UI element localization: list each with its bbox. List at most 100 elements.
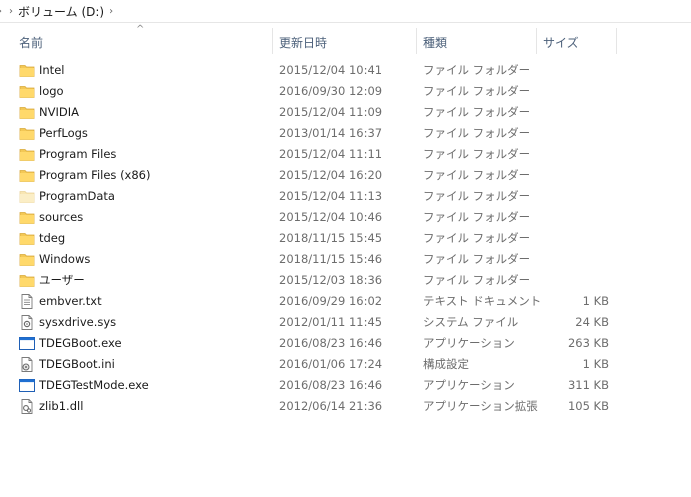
file-name: Program Files: [39, 147, 117, 161]
file-row[interactable]: TDEGBoot.exe 2016/08/23 16:46 アプリケーション 263 …: [0, 333, 691, 354]
file-date-modified: 2015/12/04 11:09: [279, 105, 383, 119]
folder-row[interactable]: Program Files (x86) 2015/12/04 16:20 ファイル …: [0, 165, 691, 186]
file-row[interactable]: sysxdrive.sys 2012/01/11 11:45 システム ファイル 24…: [0, 312, 691, 333]
file-row[interactable]: zlib1.dll 2012/06/14 21:36 アプリケーション拡張 105 K…: [0, 396, 691, 417]
breadcrumb: › › ボリューム (D:) ›: [0, 0, 691, 23]
file-type: アプリケーション拡張: [423, 399, 538, 413]
file-type: ファイル フォルダー: [423, 63, 531, 77]
breadcrumb-item-volume-d[interactable]: ボリューム (D:): [18, 3, 104, 20]
settings-file-icon: [19, 357, 35, 372]
file-row[interactable]: embver.txt 2016/09/29 16:02 テキスト ドキュメント 1 K…: [0, 291, 691, 312]
file-type: ファイル フォルダー: [423, 252, 531, 266]
file-size: 24 KB: [575, 315, 609, 329]
folder-icon: [19, 147, 35, 162]
file-name: TDEGBoot.exe: [39, 336, 122, 350]
file-date-modified: 2015/12/04 10:46: [279, 210, 383, 224]
folder-icon: [19, 126, 35, 141]
folder-icon: [19, 273, 35, 288]
file-type: 構成設定: [423, 357, 469, 371]
folder-icon: [19, 84, 35, 99]
file-date-modified: 2018/11/15 15:45: [279, 231, 383, 245]
column-header-size[interactable]: サイズ: [536, 28, 616, 58]
file-type: ファイル フォルダー: [423, 147, 531, 161]
file-name: logo: [39, 84, 64, 98]
file-row[interactable]: TDEGBoot.ini 2016/01/06 17:24 構成設定 1 KB: [0, 354, 691, 375]
folder-row[interactable]: logo 2016/09/30 12:09 ファイル フォルダー: [0, 81, 691, 102]
file-date-modified: 2012/06/14 21:36: [279, 399, 383, 413]
folder-row[interactable]: ProgramData 2015/12/04 11:13 ファイル フォルダー: [0, 186, 691, 207]
file-date-modified: 2016/08/23 16:46: [279, 336, 383, 350]
file-date-modified: 2016/09/29 16:02: [279, 294, 383, 308]
file-type: ファイル フォルダー: [423, 210, 531, 224]
folder-icon: [19, 63, 35, 78]
folder-row[interactable]: NVIDIA 2015/12/04 11:09 ファイル フォルダー: [0, 102, 691, 123]
file-type: ファイル フォルダー: [423, 126, 531, 140]
column-header-type[interactable]: 種類: [416, 28, 536, 58]
column-header-row: ^ 名前 更新日時 種類 サイズ: [0, 24, 691, 58]
file-type: システム ファイル: [423, 315, 519, 329]
file-date-modified: 2015/12/04 10:41: [279, 63, 383, 77]
file-date-modified: 2018/11/15 15:46: [279, 252, 383, 266]
file-name: sources: [39, 210, 84, 224]
chevron-right-icon[interactable]: ›: [4, 6, 18, 17]
file-list: Intel 2015/12/04 10:41 ファイル フォルダー logo 2016/…: [0, 60, 691, 417]
folder-row[interactable]: ユーザー 2015/12/03 18:36 ファイル フォルダー: [0, 270, 691, 291]
file-type: ファイル フォルダー: [423, 105, 531, 119]
file-name: sysxdrive.sys: [39, 315, 117, 329]
folder-row[interactable]: sources 2015/12/04 10:46 ファイル フォルダー: [0, 207, 691, 228]
file-type: ファイル フォルダー: [423, 189, 531, 203]
application-icon: [19, 378, 35, 393]
column-header-date[interactable]: 更新日時: [272, 28, 416, 58]
file-name: PerfLogs: [39, 126, 88, 140]
file-size: 311 KB: [567, 378, 609, 392]
folder-icon: [19, 210, 35, 225]
folder-row[interactable]: tdeg 2018/11/15 15:45 ファイル フォルダー: [0, 228, 691, 249]
file-type: アプリケーション: [423, 378, 515, 392]
folder-hidden-icon: [19, 189, 35, 204]
file-name: zlib1.dll: [39, 399, 84, 413]
file-name: ProgramData: [39, 189, 115, 203]
file-name: TDEGBoot.ini: [39, 357, 115, 371]
column-header-name-label: 名前: [19, 36, 44, 50]
column-header-type-label: 種類: [423, 36, 448, 50]
dll-file-icon: [19, 399, 35, 414]
file-type: アプリケーション: [423, 336, 515, 350]
file-row[interactable]: TDEGTestMode.exe 2016/08/23 16:46 アプリケーション…: [0, 375, 691, 396]
column-header-name[interactable]: 名前: [12, 28, 272, 58]
file-size: 105 KB: [567, 399, 609, 413]
file-date-modified: 2015/12/04 11:13: [279, 189, 383, 203]
folder-icon: [19, 105, 35, 120]
folder-icon: [19, 168, 35, 183]
file-size: 263 KB: [567, 336, 609, 350]
file-date-modified: 2016/09/30 12:09: [279, 84, 383, 98]
application-icon: [19, 336, 35, 351]
folder-row[interactable]: Program Files 2015/12/04 11:11 ファイル フォルダー: [0, 144, 691, 165]
folder-icon: [19, 231, 35, 246]
column-header-size-label: サイズ: [543, 36, 579, 50]
folder-row[interactable]: Intel 2015/12/04 10:41 ファイル フォルダー: [0, 60, 691, 81]
chevron-right-icon[interactable]: ›: [104, 6, 118, 17]
text-file-icon: [19, 294, 35, 309]
file-size: 1 KB: [582, 357, 609, 371]
file-date-modified: 2015/12/04 16:20: [279, 168, 383, 182]
file-date-modified: 2013/01/14 16:37: [279, 126, 383, 140]
column-divider[interactable]: [616, 28, 617, 54]
file-date-modified: 2016/08/23 16:46: [279, 378, 383, 392]
folder-icon: [19, 252, 35, 267]
file-date-modified: 2016/01/06 17:24: [279, 357, 383, 371]
file-type: ファイル フォルダー: [423, 84, 531, 98]
file-name: embver.txt: [39, 294, 102, 308]
file-type: テキスト ドキュメント: [423, 294, 541, 308]
file-size: 1 KB: [582, 294, 609, 308]
column-header-date-label: 更新日時: [279, 36, 328, 50]
folder-row[interactable]: PerfLogs 2013/01/14 16:37 ファイル フォルダー: [0, 123, 691, 144]
file-name: TDEGTestMode.exe: [39, 378, 149, 392]
file-type: ファイル フォルダー: [423, 273, 531, 287]
file-name: tdeg: [39, 231, 66, 245]
folder-row[interactable]: Windows 2018/11/15 15:46 ファイル フォルダー: [0, 249, 691, 270]
file-date-modified: 2012/01/11 11:45: [279, 315, 383, 329]
file-date-modified: 2015/12/03 18:36: [279, 273, 383, 287]
file-name: Program Files (x86): [39, 168, 151, 182]
file-date-modified: 2015/12/04 11:11: [279, 147, 383, 161]
system-file-icon: [19, 315, 35, 330]
